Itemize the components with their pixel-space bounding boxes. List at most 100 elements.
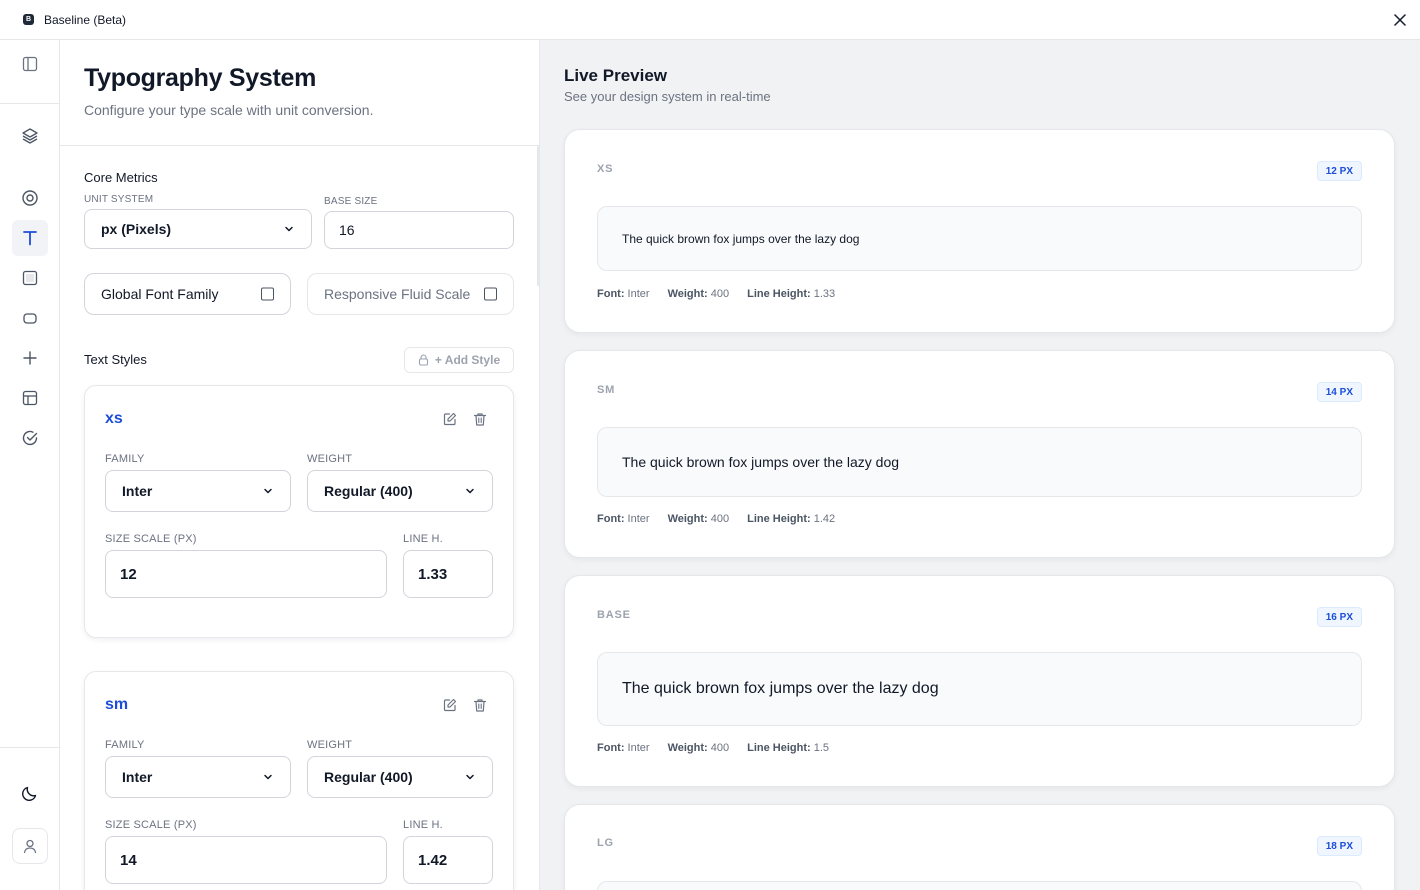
layers-icon: [22, 128, 38, 144]
app-title: Baseline (Beta): [44, 13, 127, 27]
radius-button[interactable]: [12, 300, 48, 336]
meta-weight: Weight: 400: [667, 288, 730, 300]
meta-weight: Weight: 400: [667, 513, 730, 525]
user-icon: [23, 839, 37, 854]
meta-line-height: Line Height: 1.5: [747, 742, 830, 754]
preview-sample: The quick brown fox jumps over the lazy …: [597, 652, 1362, 726]
preview-card-lg: LG 18 PX: [564, 804, 1395, 890]
line-height-input[interactable]: 1.42: [403, 836, 493, 884]
chevron-down-icon: [285, 226, 293, 232]
global-font-checkbox[interactable]: [261, 287, 274, 301]
delete-style-button[interactable]: [471, 696, 489, 714]
meta-line-height: Line Height: 1.42: [747, 513, 836, 525]
meta-font: Font: Inter: [597, 513, 650, 525]
preview-sample: [597, 881, 1362, 890]
chevron-down-icon: [466, 774, 474, 780]
preview-meta: Font: Inter Weight: 400 Line Height: 1.4…: [597, 513, 835, 525]
size-scale-input[interactable]: 14: [105, 836, 387, 884]
target-icon: [22, 190, 38, 206]
unit-system-select[interactable]: px (Pixels): [84, 209, 312, 249]
preview-subtitle: See your design system in real-time: [564, 89, 771, 104]
family-select[interactable]: Inter: [105, 470, 291, 512]
weight-select[interactable]: Regular (400): [307, 756, 493, 798]
fluid-scale-toggle[interactable]: Responsive Fluid Scale: [307, 273, 514, 315]
frame-button[interactable]: [12, 260, 48, 296]
preview-token: XS: [597, 163, 614, 175]
weight-value: Regular (400): [324, 483, 413, 499]
rail-divider: [0, 747, 60, 748]
size-scale-label: SIZE SCALE (PX): [105, 533, 197, 545]
add-style-label: + Add Style: [434, 353, 501, 367]
preview-card-xs: XS 12 PX The quick brown fox jumps over …: [564, 129, 1395, 333]
global-font-toggle[interactable]: Global Font Family: [84, 273, 291, 315]
add-button[interactable]: [12, 340, 48, 376]
unit-system-value: px (Pixels): [101, 221, 172, 237]
weight-label: WEIGHT: [307, 453, 353, 465]
sidebar-toggle-icon: [22, 56, 38, 72]
edit-style-button[interactable]: [441, 410, 459, 428]
page-subtitle: Configure your type scale with unit conv…: [84, 102, 374, 118]
style-card-sm: sm FAMILY Inter WEIGHT Regular (400) SIZ…: [84, 671, 514, 890]
style-card-xs: xs FAMILY Inter WEIGHT Regular (400) SIZ…: [84, 385, 514, 638]
layout-button[interactable]: [12, 380, 48, 416]
chevron-down-icon: [264, 774, 272, 780]
preview-card-sm: SM 14 PX The quick brown fox jumps over …: [564, 350, 1395, 558]
square-icon: [22, 270, 38, 286]
style-name: xs: [105, 410, 123, 427]
preview-sample: The quick brown fox jumps over the lazy …: [597, 206, 1362, 271]
weight-value: Regular (400): [324, 769, 413, 785]
size-badge: 12 PX: [1316, 161, 1362, 181]
weight-select[interactable]: Regular (400): [307, 470, 493, 512]
line-height-label: LINE H.: [403, 533, 443, 545]
user-button[interactable]: [12, 828, 48, 864]
line-height-label: LINE H.: [403, 819, 443, 831]
size-badge: 16 PX: [1316, 607, 1362, 627]
icon-rail: [0, 40, 60, 890]
preview-title: Live Preview: [564, 66, 668, 85]
config-panel: Typography System Configure your type sc…: [60, 40, 540, 890]
close-button[interactable]: [1390, 10, 1410, 30]
typography-button[interactable]: [12, 220, 48, 256]
layout-icon: [22, 390, 38, 406]
family-select[interactable]: Inter: [105, 756, 291, 798]
chevron-down-icon: [466, 488, 474, 494]
preview-sample: The quick brown fox jumps over the lazy …: [597, 427, 1362, 497]
add-style-button[interactable]: + Add Style: [404, 347, 514, 373]
target-button[interactable]: [12, 180, 48, 216]
preview-meta: Font: Inter Weight: 400 Line Height: 1.5: [597, 742, 829, 754]
text-styles-heading: Text Styles: [84, 352, 147, 367]
typography-icon: [23, 231, 37, 246]
theme-toggle-button[interactable]: [12, 775, 48, 811]
line-height-input[interactable]: 1.33: [403, 550, 493, 598]
meta-line-height: Line Height: 1.33: [747, 288, 836, 300]
size-scale-label: SIZE SCALE (PX): [105, 819, 197, 831]
meta-font: Font: Inter: [597, 288, 650, 300]
size-scale-input[interactable]: 12: [105, 550, 387, 598]
config-header: Typography System Configure your type sc…: [60, 40, 539, 146]
check-circle-icon: [22, 430, 38, 446]
meta-font: Font: Inter: [597, 742, 650, 754]
preview-meta: Font: Inter Weight: 400 Line Height: 1.3…: [597, 288, 835, 300]
core-metrics-heading: Core Metrics: [84, 170, 158, 185]
plus-icon: [23, 351, 37, 365]
unit-system-label: UNIT SYSTEM: [84, 194, 154, 205]
global-font-label: Global Font Family: [101, 286, 219, 302]
edit-style-button[interactable]: [441, 696, 459, 714]
fluid-scale-checkbox[interactable]: [484, 287, 497, 301]
size-badge: 14 PX: [1316, 382, 1362, 402]
chevron-down-icon: [264, 488, 272, 494]
validate-button[interactable]: [12, 420, 48, 456]
base-size-input[interactable]: 16: [324, 211, 514, 249]
edit-icon: [443, 698, 457, 712]
edit-icon: [443, 412, 457, 426]
page-title: Typography System: [84, 64, 316, 92]
sidebar-toggle-button[interactable]: [12, 46, 48, 82]
delete-style-button[interactable]: [471, 410, 489, 428]
close-icon: [1394, 14, 1406, 26]
trash-icon: [473, 698, 487, 712]
rounded-rect-icon: [23, 313, 37, 324]
base-size-label: BASE SIZE: [324, 196, 378, 207]
preview-token: LG: [597, 837, 614, 849]
layers-button[interactable]: [12, 118, 48, 154]
title-bar: B Baseline (Beta): [0, 0, 1420, 40]
